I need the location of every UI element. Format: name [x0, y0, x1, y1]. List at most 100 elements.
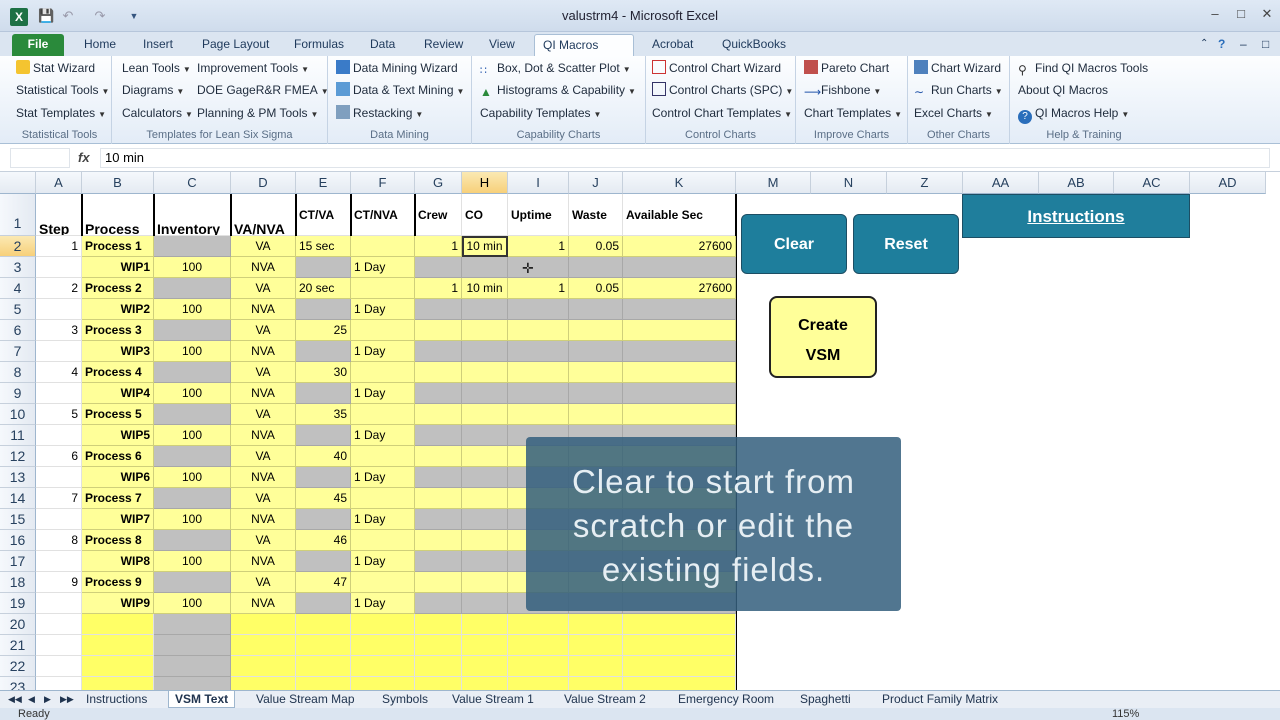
workbook-restore-icon[interactable]: □ [1254, 34, 1277, 56]
table-cell[interactable]: 30 [296, 362, 351, 383]
table-cell[interactable] [415, 530, 462, 551]
table-cell[interactable]: 35 [296, 404, 351, 425]
table-cell[interactable] [415, 341, 462, 362]
table-cell[interactable]: Process 2 [82, 278, 154, 299]
table-cell[interactable] [36, 509, 82, 530]
planning-pm-tools-menu[interactable]: Planning & PM Tools ▼ [197, 104, 318, 122]
column-header[interactable]: B [82, 172, 154, 194]
control-chart-templates-menu[interactable]: Control Chart Templates ▼ [652, 104, 792, 122]
calculators-menu[interactable]: Calculators ▼ [122, 104, 193, 122]
table-cell[interactable]: VA [231, 488, 296, 509]
help-icon[interactable]: ? [1210, 34, 1233, 56]
table-cell[interactable] [462, 677, 508, 690]
table-cell[interactable]: WIP7 [82, 509, 154, 530]
spreadsheet-grid[interactable]: A B C D E F G H I J K M N Z AA AB AC AD 1 2 3 4 5 6 7 8 9 10 11 12 13 1… [0, 172, 1280, 690]
table-cell[interactable] [154, 362, 231, 383]
table-cell[interactable]: 20 sec [296, 278, 351, 299]
row-header[interactable]: 8 [0, 362, 36, 383]
table-cell[interactable] [415, 446, 462, 467]
table-cell[interactable] [231, 677, 296, 690]
table-cell[interactable] [508, 257, 569, 278]
table-cell[interactable]: NVA [231, 425, 296, 446]
sheet-tab[interactable]: Spaghetti [794, 691, 857, 708]
table-cell[interactable]: 9 [36, 572, 82, 593]
table-cell[interactable] [36, 593, 82, 614]
header-cell[interactable]: Waste [569, 194, 623, 236]
table-cell[interactable] [154, 530, 231, 551]
column-header[interactable]: Z [887, 172, 963, 194]
table-cell[interactable] [623, 341, 736, 362]
column-header[interactable]: I [508, 172, 569, 194]
table-cell[interactable] [462, 656, 508, 677]
table-cell[interactable] [36, 551, 82, 572]
table-cell[interactable]: 5 [36, 404, 82, 425]
sheet-tab[interactable]: Symbols [376, 691, 434, 708]
table-cell[interactable] [462, 530, 508, 551]
control-chart-wizard-button[interactable]: Control Chart Wizard [652, 59, 781, 77]
table-cell[interactable] [569, 614, 623, 635]
header-cell[interactable]: CT/NVA [351, 194, 415, 236]
table-cell[interactable]: 1 Day [351, 257, 415, 278]
table-cell[interactable] [36, 383, 82, 404]
instructions-button[interactable]: Instructions [962, 194, 1190, 238]
table-cell[interactable] [36, 257, 82, 278]
table-cell[interactable] [415, 488, 462, 509]
histograms-capability-menu[interactable]: ▲ Histograms & Capability ▼ [480, 81, 636, 99]
column-header[interactable]: F [351, 172, 415, 194]
lean-tools-menu[interactable]: Lean Tools ▼ [122, 59, 191, 77]
table-cell[interactable] [415, 425, 462, 446]
data-mining-wizard-button[interactable]: Data Mining Wizard [336, 59, 458, 77]
table-cell[interactable] [36, 677, 82, 690]
create-vsm-button[interactable]: Create VSM [769, 296, 877, 378]
table-cell[interactable]: Process 7 [82, 488, 154, 509]
table-cell[interactable] [462, 446, 508, 467]
table-cell[interactable] [351, 635, 415, 656]
table-cell[interactable]: WIP2 [82, 299, 154, 320]
table-cell[interactable]: 100 [154, 383, 231, 404]
run-charts-menu[interactable]: ∼ Run Charts ▼ [914, 81, 1003, 99]
table-cell[interactable]: 100 [154, 509, 231, 530]
tab-review[interactable]: Review [416, 34, 471, 56]
close-icon[interactable]: ✕ [1254, 5, 1280, 23]
table-cell[interactable]: 100 [154, 257, 231, 278]
table-cell[interactable] [569, 299, 623, 320]
table-cell[interactable]: 1 [508, 236, 569, 257]
table-cell[interactable]: WIP8 [82, 551, 154, 572]
control-charts-spc-menu[interactable]: Control Charts (SPC) ▼ [652, 81, 793, 99]
tab-view[interactable]: View [481, 34, 523, 56]
table-cell[interactable] [569, 320, 623, 341]
find-qi-macros-tools-button[interactable]: ⚲ Find QI Macros Tools [1018, 59, 1148, 77]
table-cell[interactable] [82, 656, 154, 677]
table-cell[interactable] [569, 656, 623, 677]
table-cell[interactable] [296, 509, 351, 530]
table-cell[interactable] [296, 299, 351, 320]
table-cell[interactable]: NVA [231, 341, 296, 362]
table-cell[interactable] [36, 299, 82, 320]
row-header[interactable]: 10 [0, 404, 36, 425]
table-cell[interactable] [296, 635, 351, 656]
tab-qi-macros[interactable]: QI Macros 2020 [534, 34, 634, 72]
diagrams-menu[interactable]: Diagrams ▼ [122, 81, 184, 99]
row-header[interactable]: 13 [0, 467, 36, 488]
tab-data[interactable]: Data [362, 34, 403, 56]
header-cell[interactable]: Inventory [154, 194, 231, 236]
row-header[interactable]: 2 [0, 236, 36, 257]
zoom-level[interactable]: 115% [1112, 708, 1139, 720]
table-cell[interactable]: 1 [508, 278, 569, 299]
table-cell[interactable]: 8 [36, 530, 82, 551]
table-cell[interactable]: 1 [415, 278, 462, 299]
table-cell[interactable] [415, 551, 462, 572]
column-header[interactable]: C [154, 172, 231, 194]
table-cell[interactable]: 4 [36, 362, 82, 383]
table-cell[interactable] [462, 383, 508, 404]
name-box[interactable] [10, 148, 70, 168]
minimize-icon[interactable]: – [1202, 5, 1228, 23]
table-cell[interactable]: 10 min [462, 278, 508, 299]
sheet-tab[interactable]: Value Stream Map [250, 691, 361, 708]
table-cell[interactable] [154, 236, 231, 257]
table-cell[interactable]: 0.05 [569, 278, 623, 299]
table-cell[interactable]: 1 Day [351, 509, 415, 530]
table-cell[interactable] [508, 362, 569, 383]
column-header[interactable]: AC [1114, 172, 1190, 194]
row-header[interactable]: 22 [0, 656, 36, 677]
